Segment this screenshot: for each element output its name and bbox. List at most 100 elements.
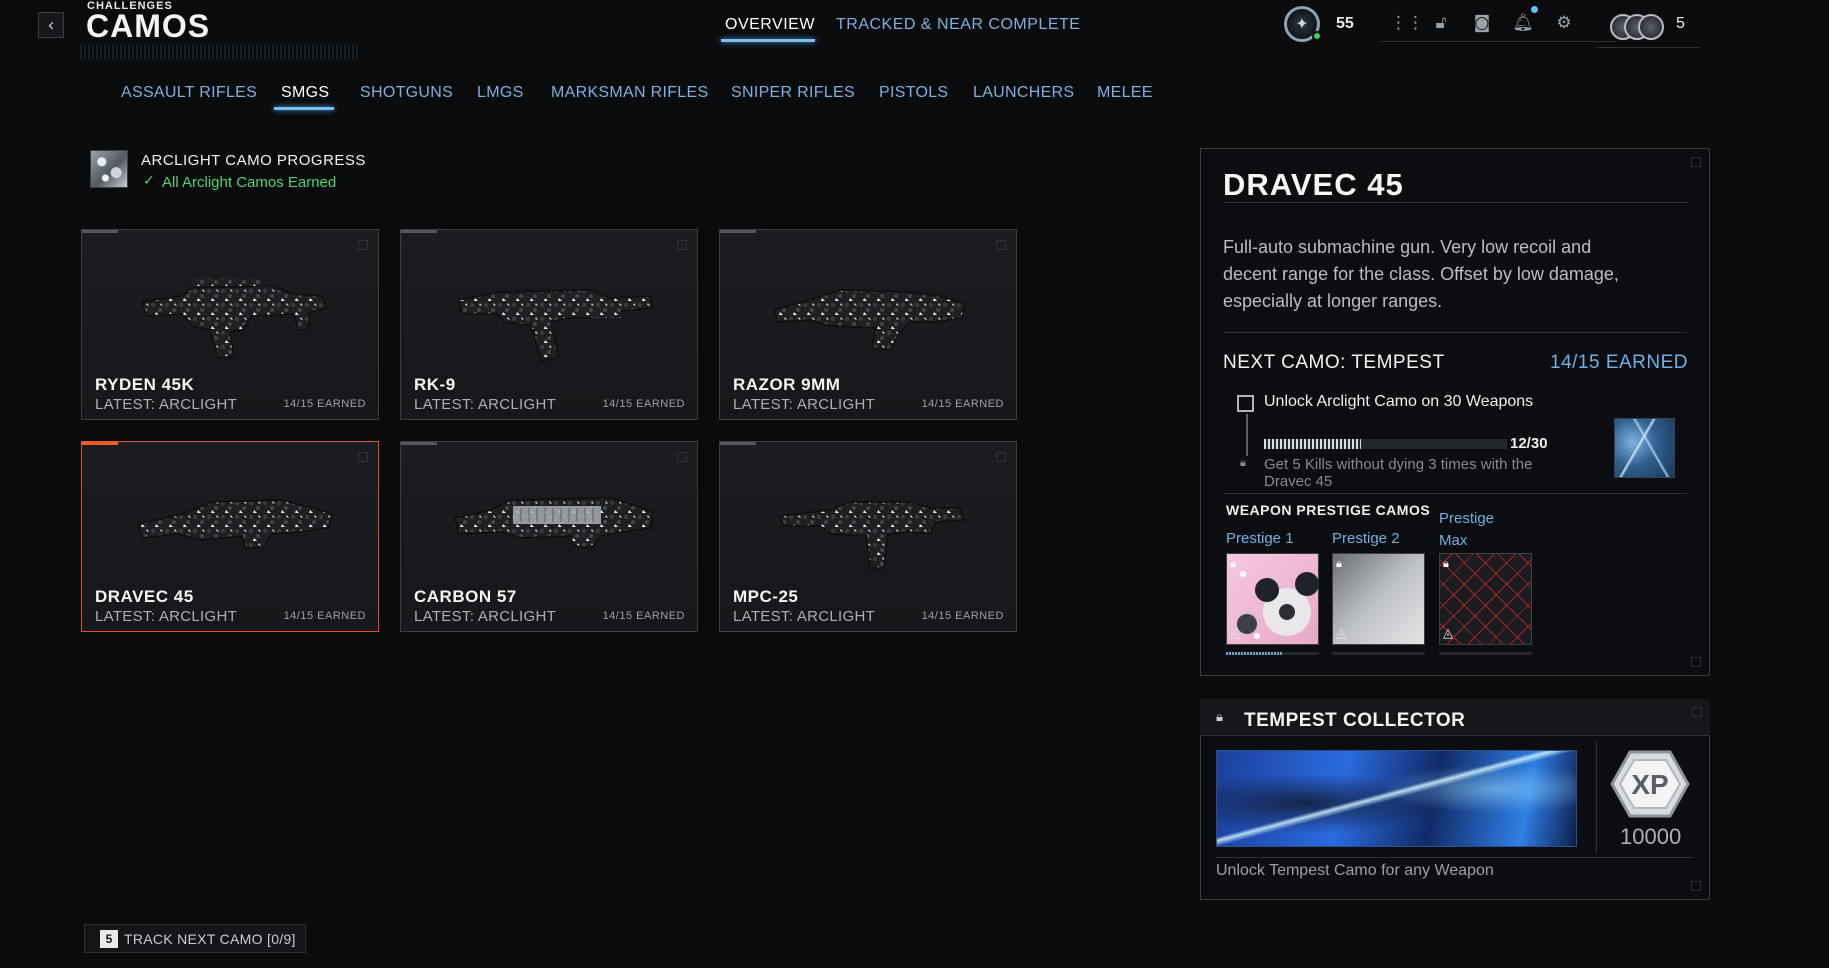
card-indicator (720, 442, 756, 445)
prestige-max-label: Prestige Max (1439, 510, 1495, 549)
weapon-latest-camo: LATEST: ARCLIGHT (733, 396, 876, 413)
prestige-1-label: Prestige 1 (1226, 530, 1294, 547)
tab-tracked[interactable]: TRACKED & NEAR COMPLETE (836, 16, 1080, 34)
challenge-checkbox[interactable] (1237, 395, 1254, 412)
weapon-image (458, 289, 654, 361)
party-count: 5 (1676, 15, 1685, 32)
bell-icon[interactable]: 🔔︎ (1512, 12, 1534, 34)
category-launchers[interactable]: LAUNCHERS (973, 84, 1074, 102)
category-melee[interactable]: MELEE (1097, 84, 1153, 102)
category-lmgs[interactable]: LMGS (477, 84, 524, 102)
weapon-image (778, 501, 966, 569)
unlock-icon[interactable]: 🔓︎ (1430, 12, 1452, 34)
lock-icon: 🔒︎ (1230, 557, 1236, 570)
key-5-icon: 5 (100, 929, 118, 948)
gear-icon[interactable]: ⚙ (1553, 12, 1575, 34)
prestige-1-camo[interactable]: 🔒︎ ◬ (1226, 553, 1319, 645)
weapon-latest-camo: LATEST: ARCLIGHT (414, 396, 557, 413)
category-active-indicator (274, 107, 334, 110)
challenge-progress-fill (1264, 439, 1362, 449)
player-level: 55 (1336, 15, 1354, 32)
weapon-image (137, 499, 333, 549)
weapon-name: RYDEN 45K (95, 375, 195, 394)
lock-icon: 🔒︎ (1240, 456, 1246, 469)
challenge-connector (1246, 414, 1248, 456)
card-corner-mark (358, 240, 368, 250)
tab-overview[interactable]: OVERVIEW (725, 16, 815, 34)
card-corner-mark (996, 452, 1006, 462)
lock-icon: 🔒︎ (1336, 557, 1342, 570)
track-next-camo-label: TRACK NEXT CAMO [0/9] (124, 930, 296, 947)
page-title: CAMOS (86, 8, 211, 44)
weapon-latest-camo: LATEST: ARCLIGHT (95, 396, 238, 413)
weapon-earned-count: 14/15 EARNED (283, 398, 366, 410)
challenge-progress-value: 12/30 (1510, 435, 1548, 452)
category-shotguns[interactable]: SHOTGUNS (360, 84, 453, 102)
grid-icon[interactable]: ⋮⋮ (1390, 12, 1424, 34)
xp-badge-label: XP (1631, 769, 1668, 800)
online-status-dot (1312, 31, 1322, 41)
prestige-1-art (1237, 571, 1319, 639)
weapon-name: MPC-25 (733, 587, 799, 606)
weapon-card-razor-9mm[interactable]: RAZOR 9MM LATEST: ARCLIGHT 14/15 EARNED (719, 229, 1017, 420)
divider (1596, 742, 1597, 854)
prestige-max-camo[interactable]: 🔒︎ ◬ (1439, 553, 1532, 645)
collector-title: TEMPEST COLLECTOR (1244, 710, 1466, 731)
divider (1223, 332, 1687, 333)
prestige-2-progress-track (1332, 652, 1425, 655)
weapon-earned-count: 14/15 EARNED (921, 610, 1004, 622)
lock-icon: 🔒︎ (1216, 710, 1223, 725)
collector-reward-art[interactable] (1216, 750, 1577, 847)
divider (1223, 493, 1687, 494)
party-avatar (1638, 14, 1664, 40)
collector-description: Unlock Tempest Camo for any Weapon (1216, 862, 1494, 879)
next-challenge-description: Get 5 Kills without dying 3 times with t… (1264, 456, 1533, 490)
title-decoration (80, 44, 360, 60)
notification-dot (1531, 6, 1538, 13)
weapon-name: CARBON 57 (414, 587, 517, 606)
weapon-card-ryden-45k[interactable]: RYDEN 45K LATEST: ARCLIGHT 14/15 EARNED (81, 229, 379, 420)
weapon-name: RAZOR 9MM (733, 375, 841, 394)
arclight-progress-title: ARCLIGHT CAMO PROGRESS (141, 152, 366, 169)
category-pistols[interactable]: PISTOLS (879, 84, 948, 102)
prestige-emblem-icon: ◬ (1336, 626, 1346, 641)
xp-badge-icon: XP (1610, 750, 1690, 818)
xp-reward-value: 10000 (1620, 824, 1682, 849)
category-sniper-rifles[interactable]: SNIPER RIFLES (731, 84, 855, 102)
panel-corner-mark (1691, 881, 1701, 891)
weapon-earned-count: 14/15 EARNED (602, 398, 685, 410)
weapon-card-dravec-45[interactable]: DRAVEC 45 LATEST: ARCLIGHT 14/15 EARNED (81, 441, 379, 632)
weapon-latest-camo: LATEST: ARCLIGHT (414, 608, 557, 625)
prestige-2-camo[interactable]: 🔒︎ ◬ (1332, 553, 1425, 645)
camo-earned-count: 14/15 EARNED (1550, 352, 1689, 373)
divider (1216, 857, 1694, 858)
panel-corner-mark (1692, 707, 1702, 717)
camo-reward-preview[interactable] (1614, 418, 1675, 478)
prestige-emblem-icon: ✦ (1295, 16, 1309, 33)
back-button[interactable]: ‹ (38, 12, 64, 38)
lock-icon: 🔒︎ (1443, 557, 1449, 570)
track-next-camo-button[interactable]: 5 TRACK NEXT CAMO [0/9] (84, 924, 306, 953)
card-indicator (401, 230, 437, 233)
next-camo-label: NEXT CAMO: TEMPEST (1223, 352, 1445, 373)
prestige-1-progress-fill (1226, 652, 1282, 655)
lightning-decoration (1217, 751, 1576, 846)
prestige-emblem-icon: ◬ (1443, 626, 1453, 641)
weapon-card-carbon-57[interactable]: CARBON 57 LATEST: ARCLIGHT 14/15 EARNED (400, 441, 698, 632)
weapon-latest-camo: LATEST: ARCLIGHT (95, 608, 238, 625)
weapon-name: DRAVEC 45 (95, 587, 194, 606)
panel-corner-mark (1691, 657, 1701, 667)
card-corner-mark (996, 240, 1006, 250)
weapon-image (773, 289, 966, 351)
camera-icon[interactable]: ◙ (1471, 12, 1493, 34)
card-indicator (401, 442, 437, 445)
weapon-card-rk-9[interactable]: RK-9 LATEST: ARCLIGHT 14/15 EARNED (400, 229, 698, 420)
category-marksman-rifles[interactable]: MARKSMAN RIFLES (551, 84, 708, 102)
category-assault-rifles[interactable]: ASSAULT RIFLES (121, 84, 257, 102)
weapon-earned-count: 14/15 EARNED (921, 398, 1004, 410)
weapon-latest-camo: LATEST: ARCLIGHT (733, 608, 876, 625)
weapon-description: Full-auto submachine gun. Very low recoi… (1223, 237, 1619, 311)
category-smgs[interactable]: SMGS (281, 84, 329, 102)
weapon-card-mpc-25[interactable]: MPC-25 LATEST: ARCLIGHT 14/15 EARNED (719, 441, 1017, 632)
challenge-label: Unlock Arclight Camo on 30 Weapons (1264, 393, 1534, 410)
